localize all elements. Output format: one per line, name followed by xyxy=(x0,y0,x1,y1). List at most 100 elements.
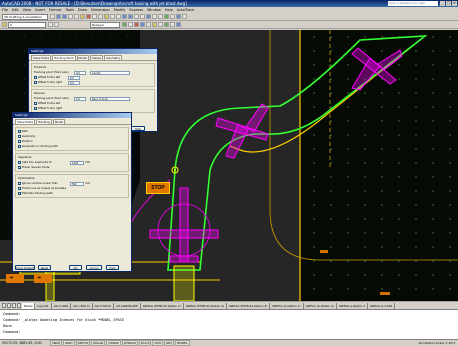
forward-position-select[interactable]: Centre xyxy=(90,70,130,75)
autotrack-swept-icon[interactable] xyxy=(170,22,175,27)
zoom-window-icon[interactable] xyxy=(134,14,139,19)
geometry-checkbox[interactable] xyxy=(18,135,21,138)
sheet-set-icon[interactable] xyxy=(164,14,169,19)
otrack-toggle[interactable]: OTRACK xyxy=(121,340,138,346)
menu-modify[interactable]: Modify xyxy=(114,8,126,12)
ortho-toggle[interactable]: ORTHO xyxy=(75,340,91,346)
color-select[interactable]: ByLayer xyxy=(90,21,120,28)
tab-layout[interactable]: A0-1:500 a) xyxy=(71,302,93,309)
menu-view[interactable]: View xyxy=(23,8,31,12)
follow-line-checkbox[interactable] xyxy=(18,187,21,190)
sub-tab-tracking[interactable]: Tracking xyxy=(36,119,52,124)
last-tab-button[interactable] xyxy=(17,303,21,308)
tab-layout[interactable]: A0-1:500 b) xyxy=(93,302,115,309)
redo-icon[interactable] xyxy=(116,14,121,19)
autotrack-vehicle-icon[interactable] xyxy=(140,22,145,27)
help-button[interactable]: Help xyxy=(131,126,145,131)
pan-icon[interactable] xyxy=(122,14,127,19)
snap-toggle[interactable]: SNAP xyxy=(50,340,63,346)
tab-model[interactable]: Model xyxy=(76,55,89,60)
sub-tab-show-mode[interactable]: Show Mode xyxy=(15,119,36,124)
tab-layout[interactable]: GB/FAA A-Option 3 xyxy=(337,302,369,309)
tab-geometry[interactable]: Geometry xyxy=(104,55,123,60)
prev-tab-button[interactable] xyxy=(7,303,11,308)
autotrack-library-icon[interactable] xyxy=(176,22,181,27)
autotrack-settings-icon[interactable] xyxy=(146,22,151,27)
preview-icon[interactable] xyxy=(74,14,79,19)
make-current-icon[interactable] xyxy=(48,22,53,27)
menu-window[interactable]: Window xyxy=(147,8,161,12)
travel-reverse-checkbox[interactable] xyxy=(18,166,21,169)
close-button[interactable]: × xyxy=(452,1,457,6)
layer-manager-icon[interactable] xyxy=(2,22,7,27)
autotrack-arc-icon[interactable] xyxy=(128,22,133,27)
undo-icon[interactable] xyxy=(110,14,115,19)
split-length-field[interactable]: 1000 xyxy=(70,160,84,165)
tab-layout[interactable]: GB/FAA (ESTB-42-Option 2) xyxy=(184,302,228,309)
menu-edit[interactable]: Edit xyxy=(12,8,19,12)
model-toggle[interactable]: MODEL xyxy=(174,340,190,346)
reverse-position-select[interactable]: Rear of body xyxy=(90,96,130,101)
tab-layout[interactable]: GB/FAA A-1:500 xyxy=(368,302,396,309)
tab-layout1[interactable]: Layout1 xyxy=(35,302,52,309)
tab-layout[interactable]: GB/FAA (A-Option 2) xyxy=(304,302,337,309)
menu-format[interactable]: Format xyxy=(49,8,61,12)
sub-cancel-button[interactable]: Cancel xyxy=(86,265,102,270)
annotation-scale[interactable]: Annotation Scale: 1:40 ▾ xyxy=(418,341,455,345)
menu-insert[interactable]: Insert xyxy=(35,8,45,12)
autotrack-park-icon[interactable] xyxy=(164,22,169,27)
position-checkbox[interactable] xyxy=(18,140,21,143)
publish-icon[interactable] xyxy=(80,14,85,19)
tab-sweep[interactable]: Sweep xyxy=(89,55,104,60)
maximize-button[interactable]: □ xyxy=(446,1,451,6)
path-checkbox[interactable] xyxy=(18,130,21,133)
osnap-toggle[interactable]: OSNAP xyxy=(106,340,121,346)
autotrack-animate-icon[interactable] xyxy=(152,22,157,27)
tab-layout[interactable]: A0 LANDSCAPE xyxy=(114,302,141,309)
ducs-toggle[interactable]: DUCS xyxy=(138,340,152,346)
grid-toggle[interactable]: GRID xyxy=(63,340,75,346)
markup-icon[interactable] xyxy=(170,14,175,19)
sub-help-button[interactable]: Help xyxy=(106,265,119,270)
cut-icon[interactable] xyxy=(86,14,91,19)
design-center-icon[interactable] xyxy=(152,14,157,19)
layer-select[interactable]: 0 xyxy=(8,21,46,28)
sub-tab-model[interactable]: Model xyxy=(52,119,66,124)
zoom-previous-icon[interactable] xyxy=(140,14,145,19)
menu-draw[interactable]: Draw xyxy=(78,8,87,12)
reverse-right-checkbox[interactable] xyxy=(34,107,37,110)
offset-left-checkbox[interactable] xyxy=(34,76,37,79)
menu-tools[interactable]: Tools xyxy=(65,8,74,12)
menu-express[interactable]: Express xyxy=(129,8,143,12)
reset-button[interactable]: Reset xyxy=(38,265,51,270)
reverse-left-checkbox[interactable] xyxy=(34,102,37,105)
offset-right-checkbox[interactable] xyxy=(34,81,37,84)
autotrack-report-icon[interactable] xyxy=(158,22,163,27)
help-icon[interactable] xyxy=(182,14,187,19)
tool-palettes-icon[interactable] xyxy=(158,14,163,19)
tab-tracking-point[interactable]: Tracking Point xyxy=(52,55,76,60)
sub-ok-button[interactable]: OK xyxy=(69,265,82,270)
reverse-offset-field[interactable]: 0.0 xyxy=(74,96,86,101)
minimize-button[interactable]: _ xyxy=(440,1,445,6)
open-icon[interactable] xyxy=(56,14,61,19)
paste-icon[interactable] xyxy=(98,14,103,19)
tab-layout[interactable]: GB/FAA (ESTB-42-Option 3) xyxy=(227,302,271,309)
command-window[interactable]: Command: Command: _plotgs Updating Index… xyxy=(0,309,458,339)
autotrack-path-icon[interactable] xyxy=(122,22,127,27)
tab-layout[interactable]: GB/FAA (A-Option 1) xyxy=(270,302,304,309)
properties-icon[interactable] xyxy=(146,14,151,19)
offset-left-field[interactable]: 0.0 xyxy=(68,75,80,80)
ignore-distance-field[interactable]: 500 xyxy=(70,181,84,186)
autotrack-reverse-icon[interactable] xyxy=(134,22,139,27)
calculator-icon[interactable] xyxy=(176,14,181,19)
generate-checkbox[interactable] xyxy=(18,145,21,148)
ignore-vertices-checkbox[interactable] xyxy=(18,182,21,185)
show-default-button[interactable]: Show Default xyxy=(15,265,35,270)
dyn-toggle[interactable]: DYN xyxy=(152,340,163,346)
match-properties-icon[interactable] xyxy=(104,14,109,19)
save-icon[interactable] xyxy=(62,14,67,19)
zoom-icon[interactable] xyxy=(128,14,133,19)
offset-right-field[interactable]: 0.0 xyxy=(68,80,80,85)
menu-file[interactable]: File xyxy=(2,8,8,12)
